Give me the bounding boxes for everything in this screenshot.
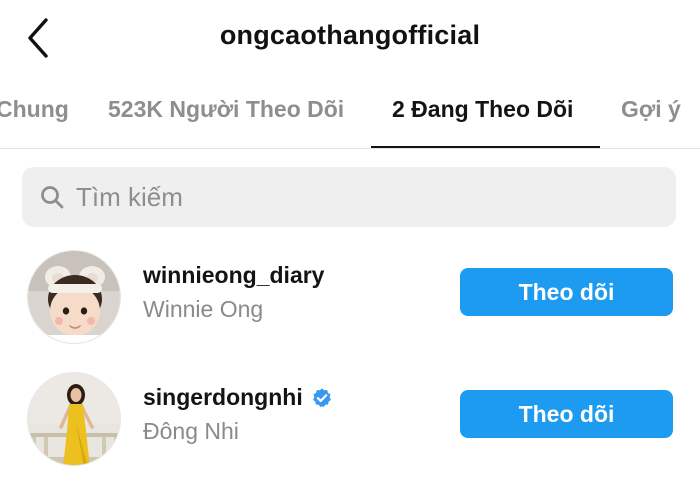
username-text: winnieong_diary (143, 262, 325, 288)
page-title: ongcaothangofficial (219, 20, 481, 50)
user-list-item: winnieong_diary Winnie Ong Theo dõi (0, 246, 700, 356)
search-icon (41, 186, 64, 209)
user-info[interactable]: singerdongnhi Đông Nhi (143, 384, 333, 445)
tab-following[interactable]: 2 Đang Theo Dõi (392, 96, 573, 123)
search-bar[interactable] (22, 167, 676, 227)
user-list-item: singerdongnhi Đông Nhi Theo dõi (0, 368, 700, 478)
tab-suggested[interactable]: Gợi ý (621, 96, 681, 123)
baby-photo-avatar (28, 251, 120, 343)
search-input[interactable] (76, 177, 656, 217)
active-tab-indicator (371, 146, 600, 148)
username-text: singerdongnhi (143, 384, 303, 410)
full-name: Đông Nhi (143, 418, 239, 444)
avatar[interactable] (27, 372, 121, 466)
username: winnieong_diary (143, 262, 324, 289)
full-name: Winnie Ong (143, 296, 264, 322)
follow-button[interactable]: Theo dõi (460, 268, 673, 316)
user-info[interactable]: winnieong_diary Winnie Ong (143, 262, 324, 323)
verified-badge-icon (312, 387, 331, 407)
header-bar: ongcaothangofficial (0, 0, 700, 78)
tab-followers[interactable]: 523K Người Theo Dõi (108, 96, 344, 123)
username: singerdongnhi (143, 384, 333, 411)
singer-photo-avatar (28, 373, 120, 465)
follow-button[interactable]: Theo dõi (460, 390, 673, 438)
avatar[interactable] (27, 250, 121, 344)
tab-chung[interactable]: Chung (0, 96, 69, 123)
tab-bar: Chung 523K Người Theo Dõi 2 Đang Theo Dõ… (0, 80, 700, 149)
